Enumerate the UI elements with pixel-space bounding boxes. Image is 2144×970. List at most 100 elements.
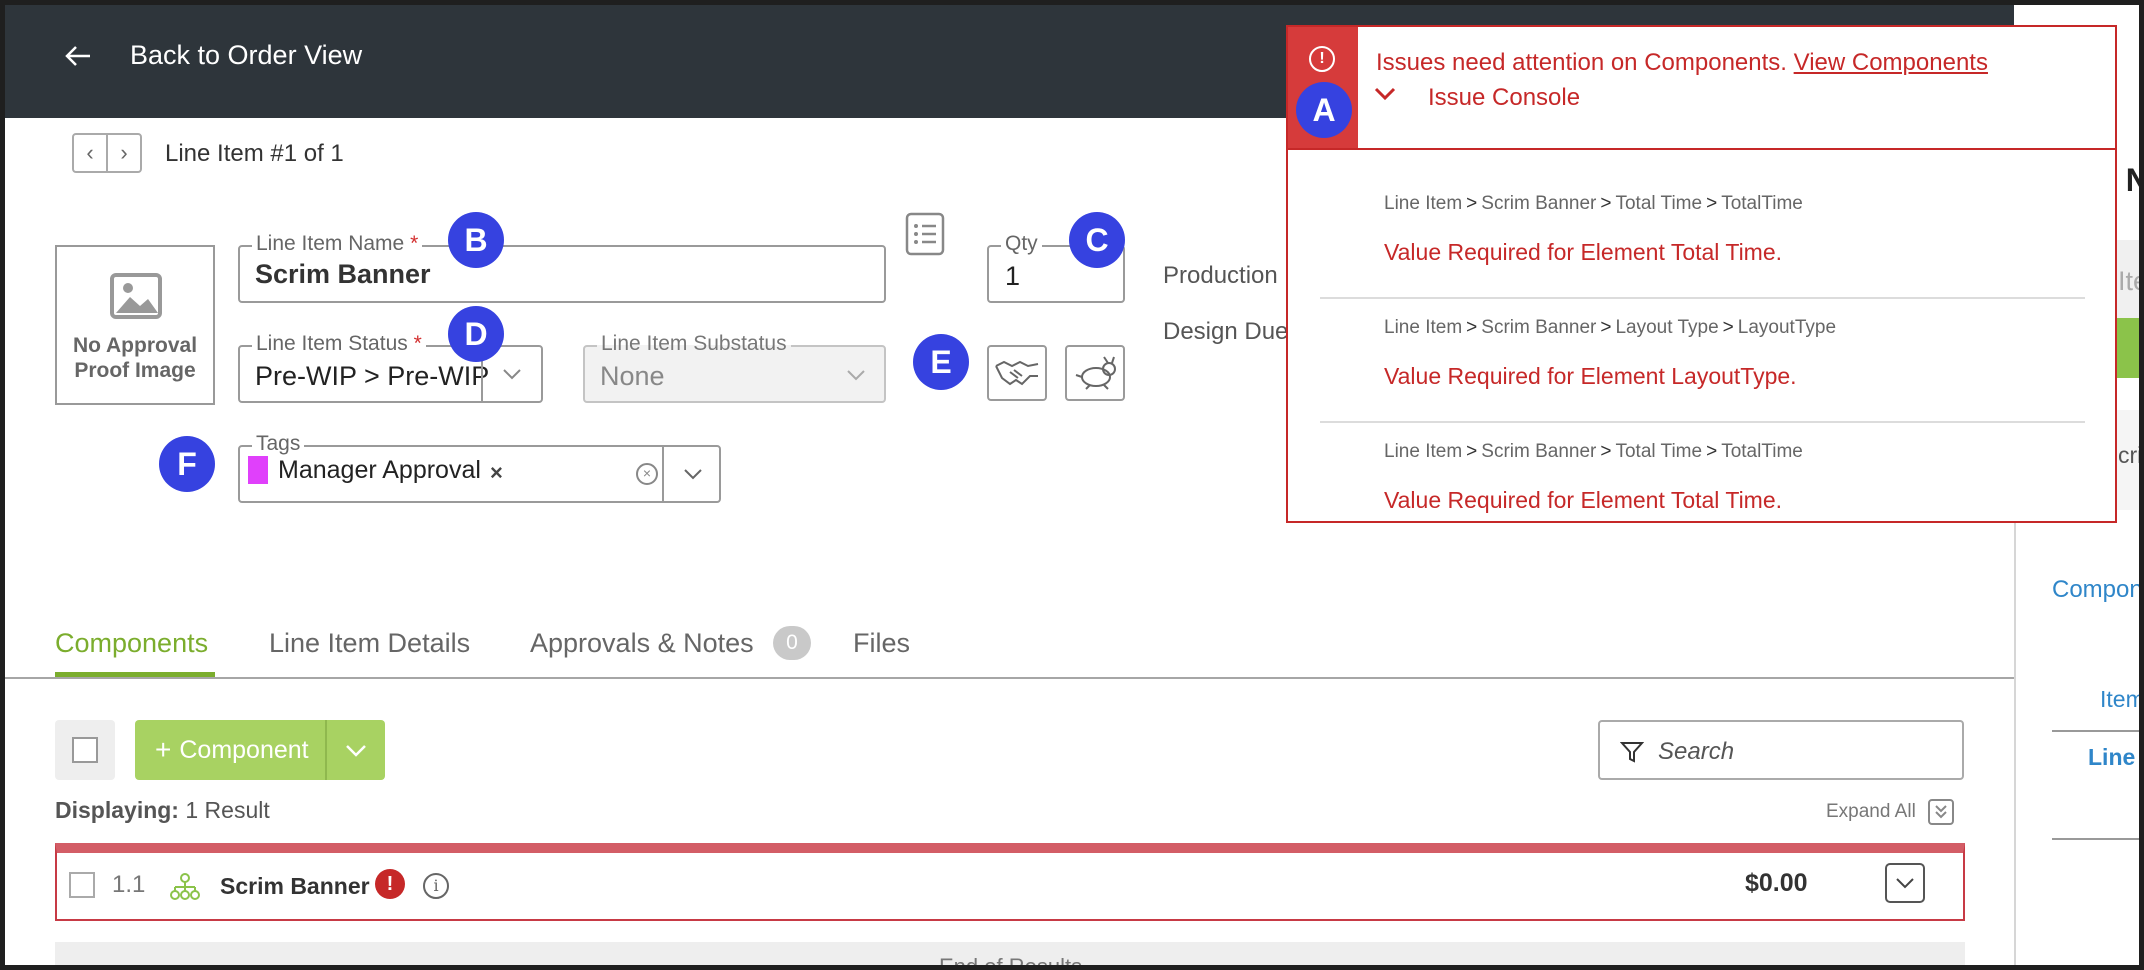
issue-error-text: Value Required for Element Total Time. (1384, 239, 1783, 265)
issue-console-header: ! Issues need attention on Components. V… (1288, 27, 2115, 150)
results-count: Displaying: 1 Result (55, 797, 270, 824)
issue-message: Issues need attention on Components. Vie… (1376, 49, 1988, 77)
chevron-down-icon[interactable] (1374, 87, 1396, 101)
alert-circle-icon: ! (1309, 46, 1335, 72)
tags-dropdown-toggle[interactable] (662, 447, 721, 501)
path-segment: TotalTime (1721, 441, 1803, 462)
tab-approvals-notes[interactable]: Approvals & Notes (530, 628, 754, 659)
line-item-substatus-value: None (600, 361, 665, 391)
error-alert-icon[interactable]: ! (375, 869, 405, 899)
tabs-divider (5, 677, 2014, 679)
line-item-status-select[interactable]: Line Item Status * Pre-WIP > Pre-WIP (238, 332, 543, 403)
production-label: Production (1163, 262, 1278, 289)
tag-chip-label: Manager Approval (278, 456, 481, 484)
tab-components[interactable]: Components (55, 628, 208, 659)
issue-path: Line Item > Scrim Banner > Total Time > TotalT… (1384, 441, 1803, 463)
issue-path: Line Item > Scrim Banner > Layout Type > Layou… (1384, 317, 1836, 339)
hierarchy-icon (170, 873, 200, 900)
chevron-down-icon (1896, 878, 1914, 889)
handshake-button[interactable] (987, 345, 1047, 401)
filter-icon (1620, 742, 1644, 763)
line-item-name-field[interactable]: Line Item Name * Scrim Banner (238, 232, 886, 303)
right-panel-text: Ite (2118, 266, 2144, 296)
marker-b: B (448, 212, 504, 268)
chevron-down-icon (346, 744, 366, 757)
tag-color-swatch (248, 456, 268, 484)
path-segment: Scrim Banner (1481, 193, 1597, 214)
table-row[interactable]: 1.1 Scrim Banner ! i $0.00 (55, 843, 1965, 921)
info-icon[interactable]: i (423, 873, 449, 899)
right-panel-item-link[interactable]: Item (2100, 686, 2144, 713)
handshake-icon (995, 360, 1039, 386)
approval-image-label: No Approval Proof Image (57, 333, 213, 383)
select-all-checkbox[interactable] (55, 720, 115, 780)
displaying-label: Displaying: (55, 797, 179, 823)
remove-tag-icon[interactable]: × (490, 460, 503, 486)
row-checkbox[interactable] (69, 872, 95, 898)
expand-all-link[interactable]: Expand All (1826, 801, 1916, 823)
image-icon (110, 273, 162, 319)
issue-item[interactable]: Line Item > Scrim Banner > Total Time > TotalT… (1320, 423, 2085, 547)
marker-a: A (1296, 82, 1352, 138)
line-item-status-label-text: Line Item Status (256, 332, 408, 355)
plus-icon: + (155, 734, 172, 765)
view-components-link[interactable]: View Components (1794, 49, 1988, 76)
list-details-icon[interactable] (905, 212, 945, 256)
displaying-value: 1 Result (185, 797, 270, 823)
right-panel-divider-2 (2052, 838, 2144, 840)
path-separator: > (1600, 317, 1612, 338)
issue-error-text: Value Required for Element LayoutType. (1384, 363, 1797, 389)
search-input[interactable]: Search (1598, 720, 1964, 780)
path-separator: > (1722, 317, 1734, 338)
add-component-dropdown[interactable] (325, 720, 385, 780)
tab-line-item-details[interactable]: Line Item Details (269, 628, 470, 659)
tags-label: Tags (252, 432, 305, 456)
rush-button[interactable] (1065, 345, 1125, 401)
path-segment: Total Time (1615, 441, 1703, 462)
clear-tags-icon[interactable]: × (636, 463, 658, 485)
path-segment: Scrim Banner (1481, 441, 1597, 462)
path-segment: Scrim Banner (1481, 317, 1597, 338)
right-panel-components-link[interactable]: Compon (2052, 576, 2143, 604)
add-component-button[interactable]: + Component (135, 720, 325, 780)
line-item-name-label-text: Line Item Name (256, 232, 405, 255)
issue-item[interactable]: Line Item > Scrim Banner > Total Time > TotalT… (1320, 175, 2085, 299)
approvals-count-badge: 0 (773, 626, 811, 660)
back-arrow-icon[interactable] (62, 40, 94, 72)
path-separator: > (1466, 317, 1478, 338)
path-separator: > (1600, 441, 1612, 462)
active-tab-indicator (55, 672, 215, 677)
line-item-substatus-label: Line Item Substatus (597, 332, 791, 356)
path-segment: LayoutType (1737, 317, 1837, 338)
row-expand-button[interactable] (1885, 863, 1925, 903)
path-separator: > (1466, 193, 1478, 214)
qty-label: Qty (1001, 232, 1042, 256)
line-item-position: Line Item #1 of 1 (165, 140, 344, 167)
tab-files[interactable]: Files (853, 628, 910, 659)
chevron-right-icon[interactable]: › (108, 135, 140, 171)
issue-message-text: Issues need attention on Components. (1376, 49, 1787, 76)
component-price: $0.00 (1745, 869, 1808, 897)
end-of-results-bar: End of Results (55, 942, 1965, 970)
issue-console-toggle[interactable]: Issue Console (1428, 84, 1580, 112)
chevron-down-icon (847, 370, 865, 381)
approval-proof-image[interactable]: No Approval Proof Image (55, 245, 215, 405)
back-to-order-link[interactable]: Back to Order View (130, 40, 362, 71)
path-segment: Total Time (1615, 193, 1703, 214)
path-separator: > (1706, 441, 1718, 462)
right-panel-line-link[interactable]: Line (2088, 744, 2135, 771)
line-item-substatus-select: Line Item Substatus None (583, 332, 886, 403)
issue-path: Line Item > Scrim Banner > Total Time > TotalT… (1384, 193, 1803, 215)
expand-all-icon[interactable] (1928, 799, 1954, 825)
line-item-pager: ‹ › (72, 133, 142, 173)
chevron-left-icon[interactable]: ‹ (74, 135, 108, 171)
issue-console-popover: ! Issues need attention on Components. V… (1286, 25, 2117, 523)
line-item-name-label: Line Item Name * (252, 232, 423, 256)
issue-item[interactable]: Line Item > Scrim Banner > Layout Type > Layou… (1320, 299, 2085, 423)
path-separator: > (1706, 193, 1718, 214)
approval-image-label-line1: No Approval (72, 334, 198, 357)
marker-f: F (159, 436, 215, 492)
add-component-label: Component (179, 735, 309, 764)
right-panel-divider (2052, 730, 2144, 732)
search-placeholder: Search (1658, 738, 1735, 765)
